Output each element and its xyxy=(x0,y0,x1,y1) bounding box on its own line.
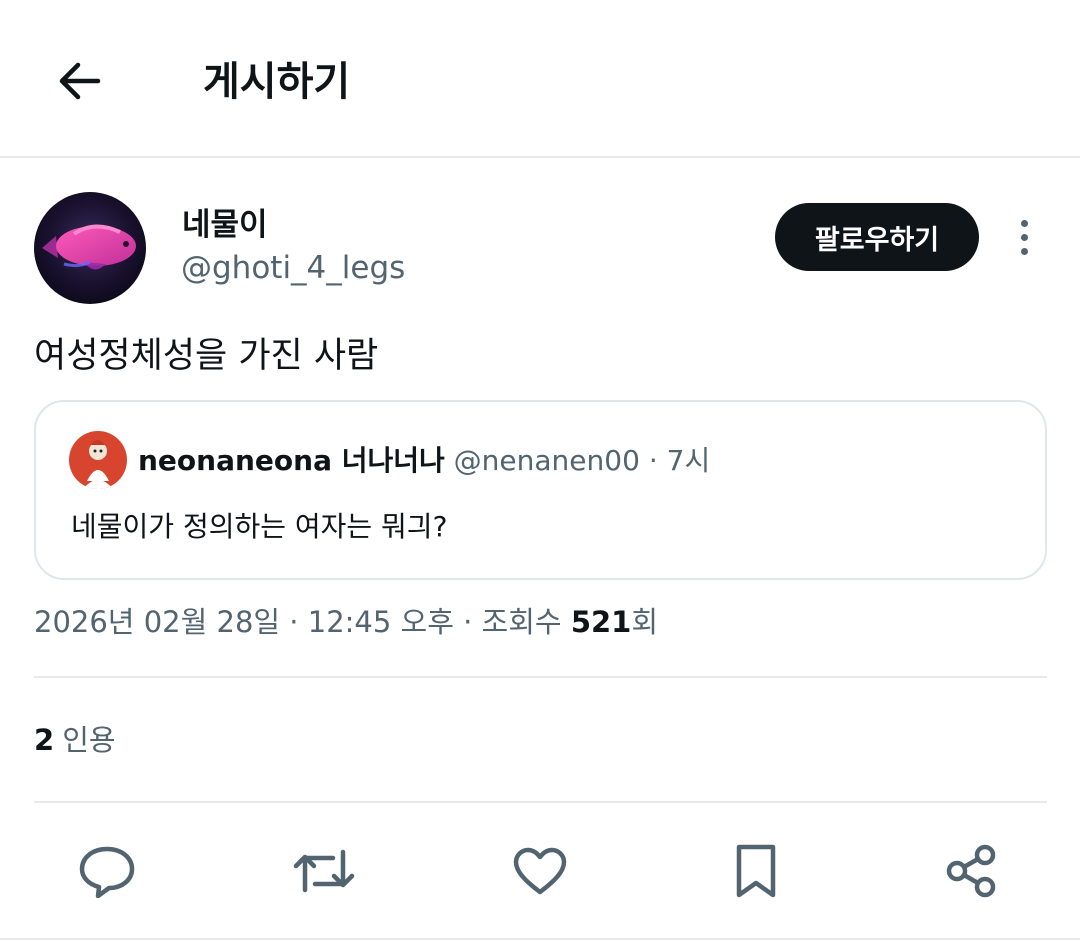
reply-icon xyxy=(79,846,135,898)
post-datetime: 2026년 02월 28일 · 12:45 오후 · 조회수 xyxy=(34,605,571,639)
post-text: 여성정체성을 가진 사람 xyxy=(34,336,379,376)
views-count: 521 xyxy=(570,605,632,639)
bookmark-icon xyxy=(736,844,776,898)
quote-time: 7시 xyxy=(666,444,711,477)
author-avatar[interactable] xyxy=(34,192,146,304)
quote-header: neonaneona 너나너나 @nenanen00 · 7시 xyxy=(138,442,710,480)
back-arrow-icon xyxy=(59,62,101,100)
bookmark-button[interactable] xyxy=(723,838,789,904)
author-name[interactable]: 네물이 xyxy=(182,205,268,245)
reply-button[interactable] xyxy=(74,838,140,904)
page-title: 게시하기 xyxy=(203,59,351,105)
quotes-label: 인용 xyxy=(62,723,116,757)
post-meta: 2026년 02월 28일 · 12:45 오후 · 조회수 521회 xyxy=(34,602,658,642)
quote-author-avatar[interactable] xyxy=(69,431,127,489)
more-dot-icon xyxy=(1020,233,1028,241)
back-button[interactable] xyxy=(48,50,110,112)
quote-text: 네물이가 정의하는 여자는 뭐긔? xyxy=(71,510,448,543)
author-handle[interactable]: @ghoti_4_legs xyxy=(181,248,405,288)
bottom-divider xyxy=(0,938,1080,940)
more-options-button[interactable] xyxy=(1004,214,1044,260)
divider xyxy=(34,676,1047,678)
quote-author-handle[interactable]: @nenanen00 xyxy=(454,444,640,477)
repost-icon xyxy=(293,849,355,893)
quotes-count-link[interactable]: 2 인용 xyxy=(34,720,116,760)
views-suffix: 회 xyxy=(631,605,659,639)
top-bar: 게시하기 xyxy=(0,0,1080,158)
follow-button[interactable]: 팔로우하기 xyxy=(775,203,979,271)
repost-button[interactable] xyxy=(291,838,357,904)
quote-author-name[interactable]: neonaneona 너나너나 xyxy=(138,444,445,477)
quotes-count: 2 xyxy=(34,723,55,757)
share-button[interactable] xyxy=(938,838,1004,904)
quoted-post-card[interactable]: neonaneona 너나너나 @nenanen00 · 7시 네물이가 정의하… xyxy=(34,400,1047,580)
divider xyxy=(34,801,1047,803)
share-icon xyxy=(946,844,996,898)
like-button[interactable] xyxy=(507,838,573,904)
post-detail-page: 게시하기 네물이 @ghoti_4_legs 팔로우하기 여성정체성을 가진 사… xyxy=(0,0,1080,942)
character-avatar-icon xyxy=(69,431,127,489)
more-dot-icon xyxy=(1020,247,1028,255)
quote-separator: · xyxy=(648,444,658,477)
pink-fish-avatar-icon xyxy=(34,192,146,304)
like-icon xyxy=(513,847,567,895)
more-dot-icon xyxy=(1020,219,1028,227)
